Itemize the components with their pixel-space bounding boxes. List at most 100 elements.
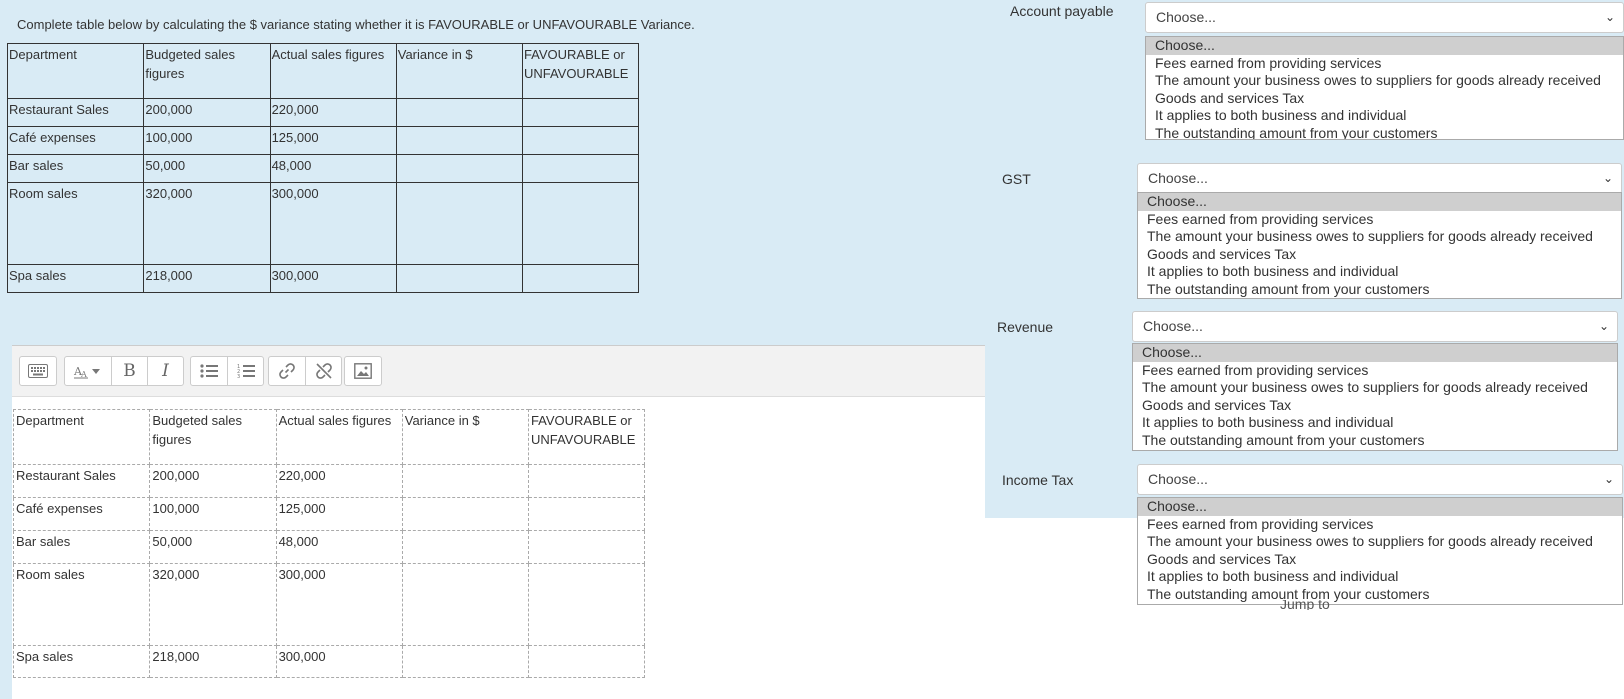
cell-department[interactable]: Room sales xyxy=(12,563,151,646)
cell-favourable-input[interactable] xyxy=(527,530,646,564)
option-item[interactable]: The amount your business owes to supplie… xyxy=(1133,379,1617,397)
cell-favourable xyxy=(521,182,640,265)
italic-icon[interactable]: I xyxy=(147,357,183,385)
option-item[interactable]: Goods and services Tax xyxy=(1133,397,1617,415)
numbered-list-icon[interactable]: 123 xyxy=(227,357,263,385)
cell-variance xyxy=(395,154,523,183)
cell-budgeted[interactable]: 218,000 xyxy=(149,645,277,678)
option-item[interactable]: Goods and services Tax xyxy=(1146,90,1623,108)
cell-variance-input[interactable] xyxy=(401,645,529,678)
chevron-down-icon: ⌄ xyxy=(1598,319,1609,333)
cell-favourable-input[interactable] xyxy=(527,563,646,646)
header-actual[interactable]: Actual sales figures xyxy=(275,409,403,465)
cell-actual[interactable]: 220,000 xyxy=(275,464,403,498)
select-revenue[interactable]: Choose... ⌄ xyxy=(1132,311,1618,342)
cell-department[interactable]: Spa sales xyxy=(12,645,151,678)
cell-department: Bar sales xyxy=(6,154,145,183)
option-item[interactable]: Choose... xyxy=(1146,37,1623,55)
bullet-list-icon[interactable] xyxy=(191,357,227,385)
term-account-payable: Account payable xyxy=(1010,3,1114,19)
header-favourable: FAVOURABLE or UNFAVOURABLE xyxy=(521,43,640,99)
cell-budgeted[interactable]: 200,000 xyxy=(149,464,277,498)
cell-budgeted[interactable]: 100,000 xyxy=(149,497,277,531)
option-item[interactable]: Choose... xyxy=(1138,498,1622,516)
cell-favourable-input[interactable] xyxy=(527,497,646,531)
cell-actual[interactable]: 300,000 xyxy=(275,645,403,678)
toolbar-group-format: AA B I xyxy=(64,356,184,386)
select-value: Choose... xyxy=(1143,318,1203,334)
table-row: Bar sales 50,000 48,000 xyxy=(6,154,640,183)
option-item[interactable]: Goods and services Tax xyxy=(1138,246,1621,264)
options-gst[interactable]: Choose... Fees earned from providing ser… xyxy=(1137,192,1622,299)
cell-department[interactable]: Café expenses xyxy=(12,497,151,531)
option-item[interactable]: The amount your business owes to supplie… xyxy=(1138,533,1622,551)
cell-department: Room sales xyxy=(6,182,145,265)
select-value: Choose... xyxy=(1156,9,1216,25)
option-item[interactable]: Fees earned from providing services xyxy=(1146,55,1623,73)
cell-variance xyxy=(395,264,523,293)
cell-favourable-input[interactable] xyxy=(527,645,646,678)
chevron-down-icon: ⌄ xyxy=(1604,10,1615,24)
table-row: Room sales 320,000 300,000 xyxy=(12,563,646,646)
keyboard-icon[interactable] xyxy=(20,357,56,385)
option-item[interactable]: Fees earned from providing services xyxy=(1138,516,1622,534)
options-account-payable[interactable]: Choose... Fees earned from providing ser… xyxy=(1145,36,1624,140)
select-gst[interactable]: Choose... ⌄ xyxy=(1137,163,1622,194)
option-item[interactable]: Fees earned from providing services xyxy=(1138,211,1621,229)
unlink-icon[interactable] xyxy=(305,357,341,385)
option-item[interactable]: Choose... xyxy=(1133,344,1617,362)
header-budgeted[interactable]: Budgeted sales figures xyxy=(149,409,277,465)
cell-variance-input[interactable] xyxy=(401,464,529,498)
options-income-tax[interactable]: Choose... Fees earned from providing ser… xyxy=(1137,497,1623,605)
header-department[interactable]: Department xyxy=(12,409,151,465)
option-item[interactable]: It applies to both business and individu… xyxy=(1138,568,1622,586)
table-row: Restaurant Sales 200,000 220,000 xyxy=(6,98,640,127)
header-variance[interactable]: Variance in $ xyxy=(401,409,529,465)
option-item[interactable]: It applies to both business and individu… xyxy=(1146,107,1623,125)
image-icon[interactable] xyxy=(345,357,381,385)
editor-table[interactable]: Department Budgeted sales figures Actual… xyxy=(12,409,646,678)
cell-actual[interactable]: 48,000 xyxy=(275,530,403,564)
term-income-tax: Income Tax xyxy=(1002,472,1074,488)
chevron-down-icon: ⌄ xyxy=(1602,171,1613,185)
cell-variance-input[interactable] xyxy=(401,497,529,531)
jump-to-link[interactable]: Jump to xyxy=(1280,600,1330,610)
toolbar-group-lists: 123 xyxy=(190,356,264,386)
cell-actual[interactable]: 300,000 xyxy=(275,563,403,646)
cell-department: Restaurant Sales xyxy=(6,98,145,127)
bold-icon[interactable]: B xyxy=(111,357,147,385)
cell-department[interactable]: Restaurant Sales xyxy=(12,464,151,498)
option-item[interactable]: The outstanding amount from your custome… xyxy=(1146,125,1623,139)
header-department: Department xyxy=(6,43,145,99)
cell-budgeted[interactable]: 50,000 xyxy=(149,530,277,564)
select-value: Choose... xyxy=(1148,471,1208,487)
select-income-tax[interactable]: Choose... ⌄ xyxy=(1137,464,1623,495)
cell-budgeted[interactable]: 320,000 xyxy=(149,563,277,646)
option-item[interactable]: The outstanding amount from your custome… xyxy=(1138,586,1622,604)
option-item[interactable]: It applies to both business and individu… xyxy=(1133,414,1617,432)
select-account-payable[interactable]: Choose... ⌄ xyxy=(1145,2,1624,33)
cell-department[interactable]: Bar sales xyxy=(12,530,151,564)
options-revenue[interactable]: Choose... Fees earned from providing ser… xyxy=(1132,343,1618,451)
select-value: Choose... xyxy=(1148,170,1208,186)
cell-favourable-input[interactable] xyxy=(527,464,646,498)
option-item[interactable]: Fees earned from providing services xyxy=(1133,362,1617,380)
option-item[interactable]: The amount your business owes to supplie… xyxy=(1146,72,1623,90)
cell-variance-input[interactable] xyxy=(401,563,529,646)
header-actual: Actual sales figures xyxy=(269,43,397,99)
cell-actual: 300,000 xyxy=(269,182,397,265)
font-size-icon[interactable]: AA xyxy=(65,357,111,385)
option-item[interactable]: The amount your business owes to supplie… xyxy=(1138,228,1621,246)
option-item[interactable]: Choose... xyxy=(1138,193,1621,211)
editor-toolbar: AA B I 123 xyxy=(12,346,985,397)
option-item[interactable]: The outstanding amount from your custome… xyxy=(1138,281,1621,298)
option-item[interactable]: The outstanding amount from your custome… xyxy=(1133,432,1617,450)
link-icon[interactable] xyxy=(269,357,305,385)
cell-variance-input[interactable] xyxy=(401,530,529,564)
cell-favourable xyxy=(521,154,640,183)
cell-actual[interactable]: 125,000 xyxy=(275,497,403,531)
option-item[interactable]: It applies to both business and individu… xyxy=(1138,263,1621,281)
option-item[interactable]: Goods and services Tax xyxy=(1138,551,1622,569)
header-favourable[interactable]: FAVOURABLE or UNFAVOURABLE xyxy=(527,409,646,465)
cell-favourable xyxy=(521,98,640,127)
